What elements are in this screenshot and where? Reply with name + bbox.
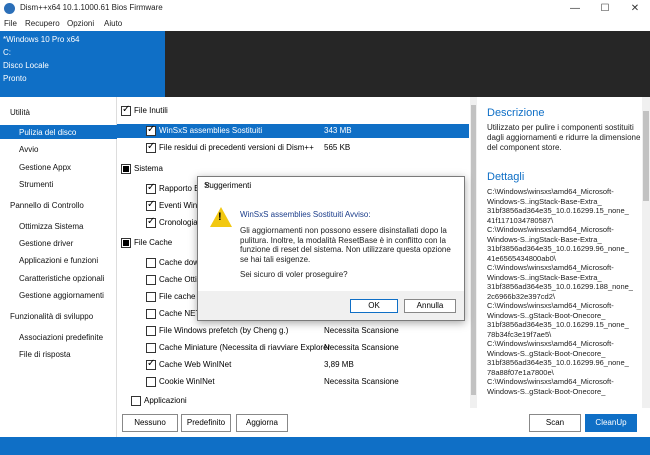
status-text: Pronto [3,74,27,83]
sidebar-group-pannello: Pannello di Controllo [10,201,84,210]
checkbox[interactable] [146,309,156,319]
menu-opzioni[interactable]: Opzioni [67,19,94,28]
ok-button[interactable]: OK [350,299,398,313]
cleanup-button[interactable]: CleanUp [585,414,637,432]
sidebar-group-sviluppo: Funzionalità di sviluppo [10,312,94,321]
sidebar-item-ottimizza-sistema[interactable]: Ottimizza Sistema [19,222,83,231]
checkbox[interactable] [146,343,156,353]
checkbox[interactable] [121,104,131,116]
sidebar-item-pulizia-disco[interactable]: Pulizia del disco [19,128,76,137]
checkbox[interactable] [146,258,156,268]
checkbox[interactable] [146,199,156,211]
os-name: *Windows 10 Pro x64 [3,35,80,44]
checkbox[interactable] [146,141,156,153]
menu-bar: File Recupero Opzioni Aiuto [0,17,650,31]
checkbox[interactable] [146,377,156,387]
description-text: Utilizzato per pulire i componenti sosti… [487,123,641,152]
dialog-heading: WinSxS assemblies Sostituiti Avviso: [240,210,371,219]
sidebar-item-applicazioni[interactable]: Applicazioni e funzioni [19,256,98,265]
checkbox[interactable] [146,275,156,285]
list-item[interactable]: File residui di precedenti versioni di D… [117,141,469,155]
warning-icon-mark: ! [218,211,222,223]
dialog-title-bar: Suggerimenti ✕ [198,177,464,195]
dialog-question: Sei sicuro di voler proseguire? [240,270,348,279]
checkbox[interactable] [146,292,156,302]
close-button[interactable]: ✕ [620,0,650,17]
list-item[interactable]: Cache Miniature (Necessita di riavviare … [117,341,469,355]
checkbox[interactable] [146,326,156,336]
drive-letter: C: [3,48,11,57]
minimize-button[interactable]: — [560,0,590,17]
checkbox[interactable] [146,182,156,194]
details-text: C:\Windows\winsxs\amd64_Microsoft- Windo… [487,187,633,396]
window-title: Dism++x64 10.1.1000.61 Bios Firmware [20,3,163,12]
list-item[interactable]: Cache Web WinINet 3,89 MB [117,358,469,372]
sidebar-item-avvio[interactable]: Avvio [19,145,38,154]
dialog-close-icon[interactable]: ✕ [204,181,458,190]
confirm-dialog: Suggerimenti ✕ ! WinSxS assemblies Sosti… [197,176,465,321]
dialog-message: Gli aggiornamenti non possono essere dis… [240,226,451,264]
details-heading: Dettagli [487,171,525,183]
predefinito-button[interactable]: Predefinito [181,414,231,432]
description-heading: Descrizione [487,107,545,119]
title-bar: Dism++x64 10.1.1000.61 Bios Firmware — ☐… [0,0,650,17]
aggiorna-button[interactable]: Aggiorna [236,414,288,432]
sidebar [0,97,117,437]
status-bar [0,437,650,455]
scan-button[interactable]: Scan [529,414,581,432]
info-side-panel: Descrizione Utilizzato per pulire i comp… [477,97,650,408]
checkbox[interactable] [146,358,156,370]
menu-file[interactable]: File [4,19,17,28]
list-scrollbar[interactable] [470,97,477,408]
annulla-button[interactable]: Annulla [404,299,456,313]
list-item[interactable]: File Inutili [117,104,469,118]
checkbox[interactable] [121,238,131,248]
details-scrollbar[interactable] [642,97,650,408]
checkbox[interactable] [121,164,131,174]
checkbox[interactable] [146,216,156,228]
list-item[interactable]: Cookie WinINet Necessita Scansione [117,375,469,389]
sidebar-item-gestione-aggiornamenti[interactable]: Gestione aggiornamenti [19,291,104,300]
menu-aiuto[interactable]: Aiuto [104,19,122,28]
app-icon [4,3,15,14]
sidebar-group-utilita: Utilità [10,108,31,117]
image-info-panel[interactable]: *Windows 10 Pro x64 C: Disco Locale Pron… [0,31,165,97]
menu-recupero[interactable]: Recupero [25,19,60,28]
list-item[interactable]: File Windows prefetch (by Cheng g.) Nece… [117,324,469,338]
sidebar-item-gestione-appx[interactable]: Gestione Appx [19,163,71,172]
checkbox[interactable] [146,124,156,136]
nessuno-button[interactable]: Nessuno [122,414,178,432]
scrollbar-thumb[interactable] [643,111,649,201]
sidebar-item-associazioni[interactable]: Associazioni predefinite [19,333,103,342]
sidebar-item-caratteristiche[interactable]: Caratteristiche opzionali [19,274,104,283]
sidebar-item-gestione-driver[interactable]: Gestione driver [19,239,73,248]
disk-label: Disco Locale [3,61,49,70]
dialog-body: ! WinSxS assemblies Sostituiti Avviso: G… [198,195,464,291]
sidebar-item-strumenti[interactable]: Strumenti [19,180,53,189]
list-item[interactable]: Sistema [117,162,469,176]
header-dark-panel [165,31,650,97]
sidebar-item-file-risposta[interactable]: File di risposta [19,350,71,359]
maximize-button[interactable]: ☐ [590,0,620,17]
list-item[interactable]: WinSxS assemblies Sostituiti 343 MB [117,124,469,138]
checkbox[interactable] [131,396,141,406]
scrollbar-thumb[interactable] [471,105,476,395]
list-item[interactable]: Applicazioni [117,394,469,408]
